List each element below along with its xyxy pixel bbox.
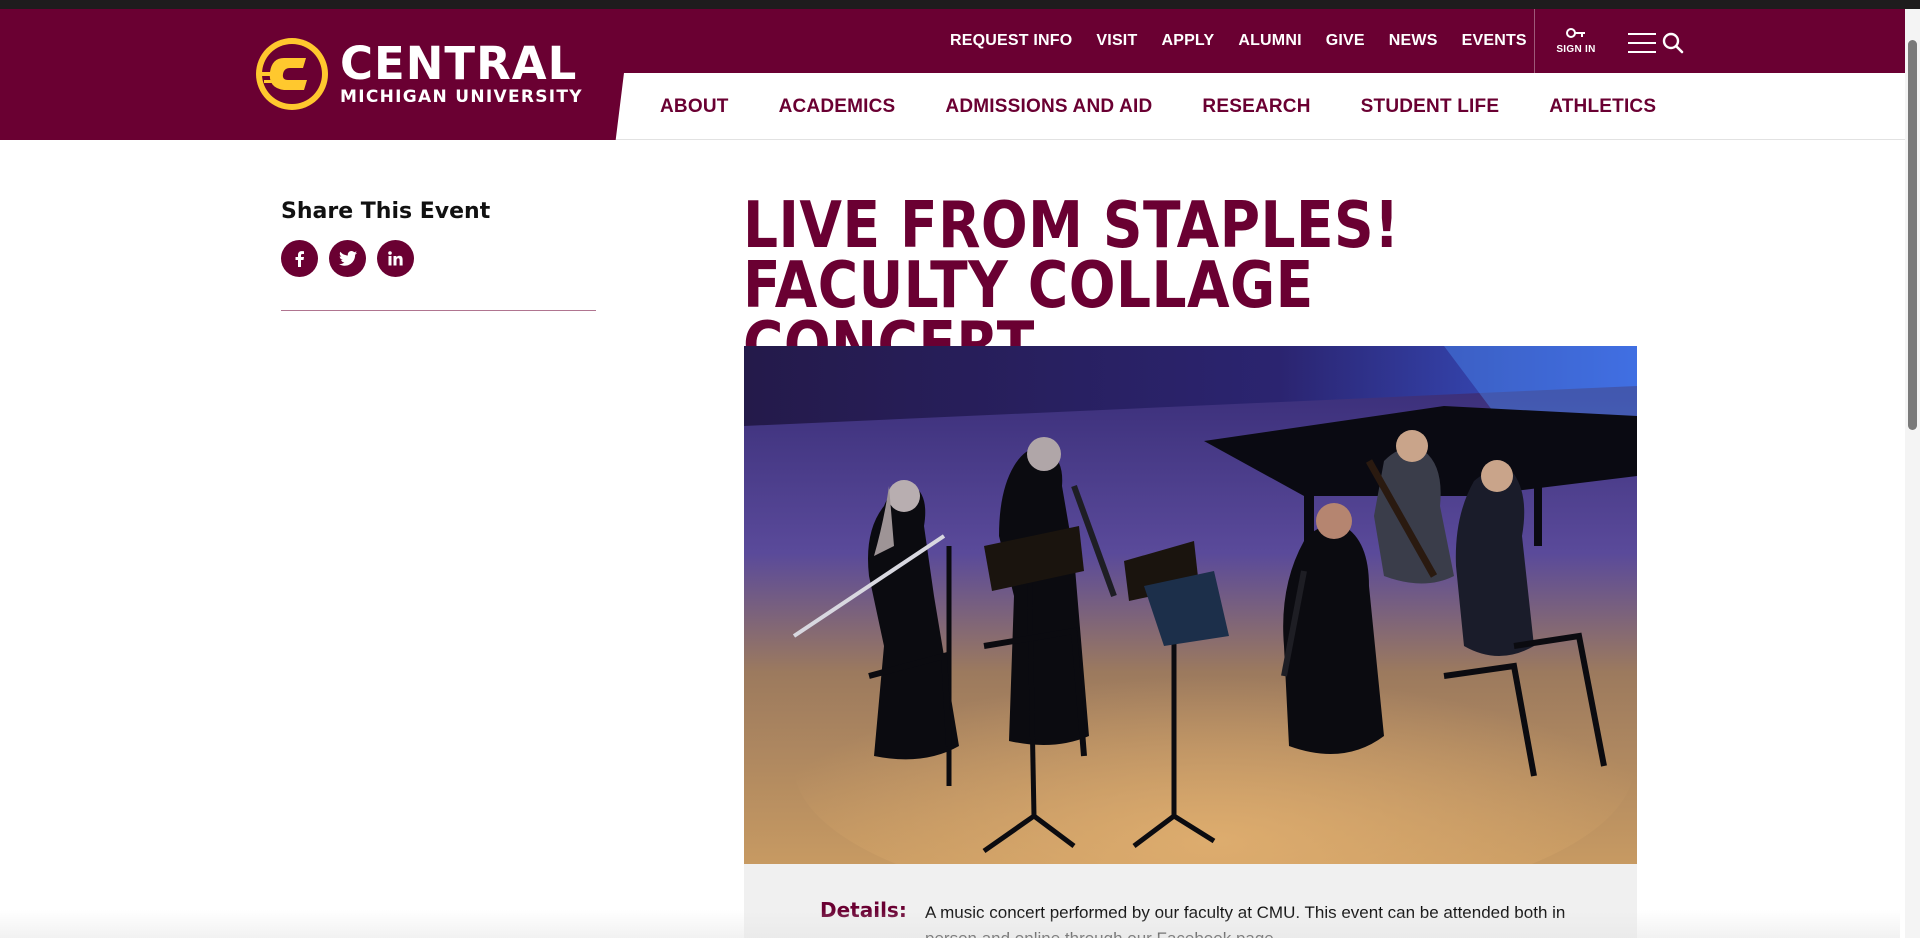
utility-link-apply[interactable]: APPLY (1161, 32, 1214, 50)
nav-link-athletics[interactable]: ATHLETICS (1549, 96, 1656, 118)
details-text: A music concert performed by our faculty… (925, 903, 1566, 938)
details-label: Details: (820, 898, 907, 922)
site-header: CENTRAL MICHIGAN UNIVERSITY REQUEST INFO… (0, 9, 1920, 140)
main-nav: ABOUT ACADEMICS ADMISSIONS AND AID RESEA… (660, 73, 1706, 140)
scrollbar-thumb[interactable] (1908, 40, 1917, 430)
linkedin-glyph (388, 251, 403, 266)
concert-photo-illustration (744, 346, 1637, 864)
twitter-icon[interactable] (329, 240, 366, 277)
browser-top-strip (0, 0, 1920, 9)
twitter-glyph (338, 251, 357, 266)
hamburger-menu-icon[interactable] (1628, 32, 1656, 54)
share-divider (281, 310, 596, 311)
logo-line-central: CENTRAL (340, 37, 578, 90)
facebook-icon[interactable] (281, 240, 318, 277)
event-details: Details: A music concert performed by ou… (744, 864, 1637, 938)
nav-link-admissions-and-aid[interactable]: ADMISSIONS AND AID (945, 96, 1152, 118)
utility-link-alumni[interactable]: ALUMNI (1238, 32, 1301, 50)
nav-link-academics[interactable]: ACADEMICS (779, 96, 896, 118)
utility-link-events[interactable]: EVENTS (1462, 32, 1527, 50)
menu-search-button[interactable] (1628, 29, 1684, 57)
cmu-logo-link[interactable]: CENTRAL MICHIGAN UNIVERSITY (254, 33, 584, 115)
nav-link-student-life[interactable]: STUDENT LIFE (1361, 96, 1500, 118)
utility-link-give[interactable]: GIVE (1326, 32, 1365, 50)
key-icon (1566, 28, 1585, 38)
nav-link-research[interactable]: RESEARCH (1202, 96, 1310, 118)
event-photo (744, 346, 1637, 864)
utility-divider (1534, 9, 1535, 73)
logo-line-university: MICHIGAN UNIVERSITY (340, 87, 583, 107)
logo-wordmark: CENTRAL MICHIGAN UNIVERSITY (340, 37, 583, 107)
cmu-c-logo-icon (256, 38, 328, 110)
nav-link-about[interactable]: ABOUT (660, 96, 729, 118)
utility-link-request-info[interactable]: REQUEST INFO (950, 32, 1072, 50)
search-icon[interactable] (1662, 32, 1684, 54)
utility-link-visit[interactable]: VISIT (1096, 32, 1137, 50)
sign-in-label: SIGN IN (1556, 44, 1596, 55)
sign-in-button[interactable]: SIGN IN (1553, 25, 1599, 55)
share-icon-group (281, 240, 414, 277)
utility-nav: REQUEST INFO VISIT APPLY ALUMNI GIVE NEW… (950, 9, 1551, 73)
share-title: Share This Event (281, 199, 491, 224)
facebook-glyph (295, 250, 304, 267)
utility-link-news[interactable]: NEWS (1389, 32, 1438, 50)
linkedin-icon[interactable] (377, 240, 414, 277)
